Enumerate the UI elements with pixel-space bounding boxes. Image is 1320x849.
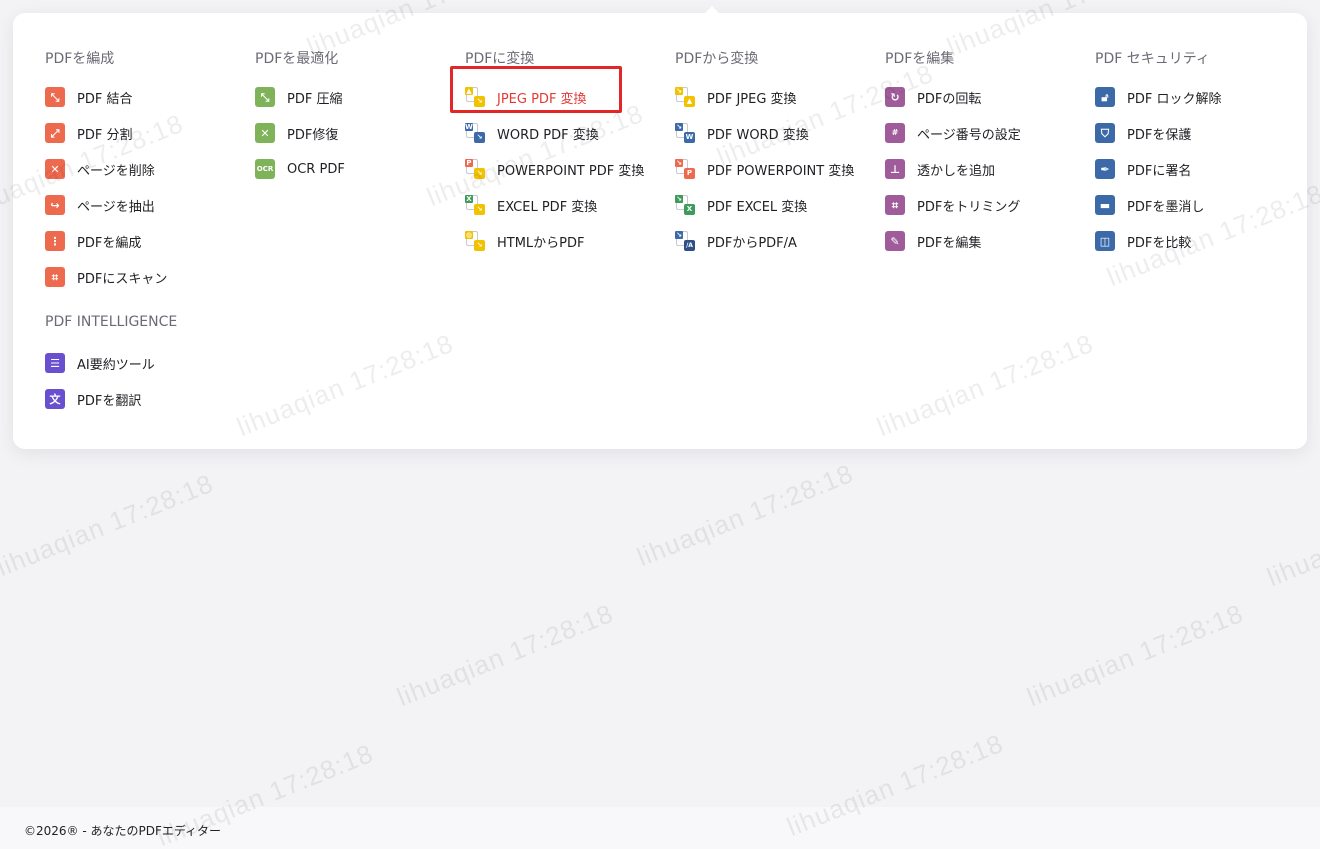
footer-copyright: ©2026® - あなたのPDFエディター (24, 824, 222, 838)
rotate-icon: ↻ (885, 87, 905, 107)
redact-icon: ▬ (1095, 195, 1115, 215)
menu-item-redact-pdf[interactable]: ▬ PDFを墨消し (1095, 194, 1204, 216)
menu-item-pdf-to-powerpoint[interactable]: ↘ P PDF POWERPOINT 変換 (675, 158, 854, 180)
extract-page-icon: ↪ (45, 195, 65, 215)
menu-item-add-watermark[interactable]: ⊥ 透かしを追加 (885, 158, 995, 180)
sign-icon: ✒ (1095, 159, 1115, 179)
menu-item-ai-summary[interactable]: ☰ AI要約ツール (45, 352, 155, 374)
compare-icon: ◫ (1095, 231, 1115, 251)
menu-item-word-to-pdf[interactable]: W ↘ WORD PDF 変換 (465, 122, 599, 144)
menu-item-ocr-pdf[interactable]: OCR OCR PDF (255, 158, 345, 180)
tools-mega-menu: PDFを編成 ⤡ PDF 結合 ⤢ PDF 分割 ✕ ページを削除 ↪ ページを… (13, 13, 1307, 449)
repair-icon: ✕ (255, 123, 275, 143)
menu-item-merge-pdf[interactable]: ⤡ PDF 結合 (45, 86, 132, 108)
menu-item-crop-pdf[interactable]: ⌗ PDFをトリミング (885, 194, 1020, 216)
watermark-text: lihuaqian 17:28:18 (0, 467, 218, 583)
pdf-to-excel-icon: ↘ X (675, 195, 695, 215)
pencil-icon: ✎ (885, 231, 905, 251)
translate-icon: 文 (45, 389, 65, 409)
menu-item-html-to-pdf[interactable]: ◍ ↘ HTMLからPDF (465, 230, 585, 252)
menu-item-page-numbers[interactable]: # ページ番号の設定 (885, 122, 1021, 144)
merge-icon: ⤡ (45, 87, 65, 107)
word-to-pdf-icon: W ↘ (465, 123, 485, 143)
delete-page-icon: ✕ (45, 159, 65, 179)
column-title-security: PDF セキュリティ (1095, 51, 1210, 67)
organize-icon: ⋮ (45, 231, 65, 251)
menu-item-protect-pdf[interactable]: ⛉ PDFを保護 (1095, 122, 1191, 144)
menu-item-sign-pdf[interactable]: ✒ PDFに署名 (1095, 158, 1191, 180)
ocr-icon: OCR (255, 159, 275, 179)
pdf-to-pdfa-icon: ↘ /A (675, 231, 695, 251)
menu-item-unlock-pdf[interactable]: 🔓︎ PDF ロック解除 (1095, 86, 1221, 108)
menu-item-extract-pages[interactable]: ↪ ページを抽出 (45, 194, 155, 216)
menu-item-scan-to-pdf[interactable]: ⌗ PDFにスキャン (45, 266, 167, 288)
column-title-intelligence: PDF INTELLIGENCE (45, 314, 178, 330)
compress-icon: ⤡ (255, 87, 275, 107)
shield-icon: ⛉ (1095, 123, 1115, 143)
crop-icon: ⌗ (885, 195, 905, 215)
menu-item-powerpoint-to-pdf[interactable]: P ↘ POWERPOINT PDF 変換 (465, 158, 644, 180)
column-title-convert-to-pdf: PDFに変換 (465, 51, 535, 67)
watermark-text: lihuaqian 17:28:18 (1262, 478, 1320, 593)
page-number-icon: # (885, 123, 905, 143)
menu-item-pdf-to-excel[interactable]: ↘ X PDF EXCEL 変換 (675, 194, 807, 216)
split-icon: ⤢ (45, 123, 65, 143)
jpeg-to-pdf-icon: ▲ ↘ (465, 87, 485, 107)
watermark-text: lihuaqian 17:28:18 (632, 457, 858, 573)
watermark-text: lihuaqian 17:28:18 (1022, 597, 1248, 713)
powerpoint-to-pdf-icon: P ↘ (465, 159, 485, 179)
menu-item-jpeg-to-pdf[interactable]: ▲ ↘ JPEG PDF 変換 (465, 86, 587, 108)
html-to-pdf-icon: ◍ ↘ (465, 231, 485, 251)
menu-item-delete-pages[interactable]: ✕ ページを削除 (45, 158, 155, 180)
menu-item-repair-pdf[interactable]: ✕ PDF修復 (255, 122, 338, 144)
column-title-edit: PDFを編集 (885, 51, 955, 67)
menu-item-split-pdf[interactable]: ⤢ PDF 分割 (45, 122, 132, 144)
column-title-optimize: PDFを最適化 (255, 51, 339, 67)
menu-item-pdf-to-pdfa[interactable]: ↘ /A PDFからPDF/A (675, 230, 797, 252)
menu-item-rotate-pdf[interactable]: ↻ PDFの回転 (885, 86, 981, 108)
ai-summary-icon: ☰ (45, 353, 65, 373)
watermark-stamp-icon: ⊥ (885, 159, 905, 179)
excel-to-pdf-icon: X ↘ (465, 195, 485, 215)
footer: ©2026® - あなたのPDFエディター (0, 807, 1320, 849)
unlock-icon: 🔓︎ (1095, 87, 1115, 107)
column-title-organize: PDFを編成 (45, 51, 115, 67)
menu-item-edit-pdf[interactable]: ✎ PDFを編集 (885, 230, 981, 252)
pdf-to-jpeg-icon: ↘ ▲ (675, 87, 695, 107)
watermark-text: lihuaqian 17:28:18 (392, 597, 618, 713)
menu-item-compress-pdf[interactable]: ⤡ PDF 圧縮 (255, 86, 342, 108)
menu-item-translate-pdf[interactable]: 文 PDFを翻訳 (45, 388, 141, 410)
menu-item-excel-to-pdf[interactable]: X ↘ EXCEL PDF 変換 (465, 194, 597, 216)
menu-item-pdf-to-jpeg[interactable]: ↘ ▲ PDF JPEG 変換 (675, 86, 797, 108)
menu-item-pdf-to-word[interactable]: ↘ W PDF WORD 変換 (675, 122, 809, 144)
pdf-to-powerpoint-icon: ↘ P (675, 159, 695, 179)
menu-pointer-caret (704, 6, 720, 14)
menu-item-organize-pdf[interactable]: ⋮ PDFを編成 (45, 230, 141, 252)
scan-icon: ⌗ (45, 267, 65, 287)
menu-item-compare-pdf[interactable]: ◫ PDFを比較 (1095, 230, 1191, 252)
pdf-to-word-icon: ↘ W (675, 122, 695, 143)
column-title-convert-from-pdf: PDFから変換 (675, 51, 759, 67)
